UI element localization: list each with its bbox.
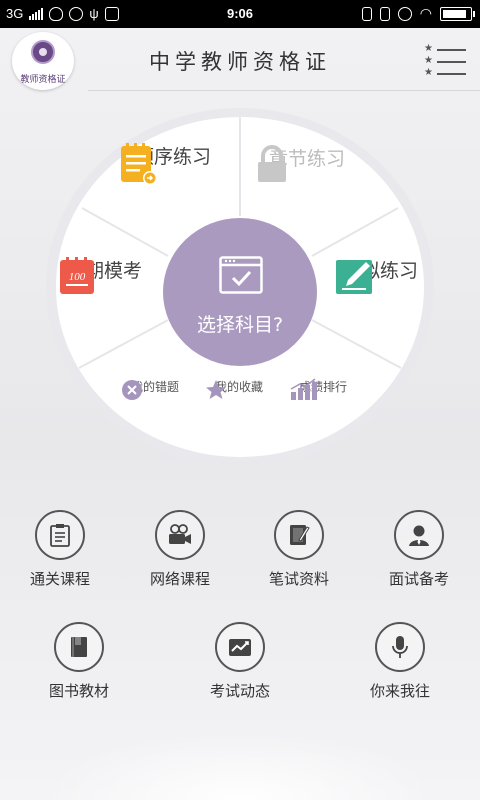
books-textbooks-button[interactable]: 图书教材 <box>34 622 124 701</box>
window-check-icon <box>219 256 263 294</box>
online-course-button[interactable]: 网络课程 <box>135 510 225 589</box>
chapter-practice-button[interactable]: 章节练习 <box>252 144 362 182</box>
grid-label: 考试动态 <box>209 682 270 700</box>
grid-label: 通关课程 <box>29 570 90 588</box>
video-camera-icon <box>169 524 191 544</box>
header-divider <box>88 90 480 91</box>
status-bar: 3G ψ 9:06 ◠ <box>0 0 480 28</box>
score-calendar-icon: 100 <box>60 257 94 294</box>
simulated-practice-button[interactable]: 模拟练习 <box>334 256 426 294</box>
star-icon <box>206 380 226 399</box>
book-icon <box>71 637 87 657</box>
person-icon <box>409 525 429 546</box>
lock-icon <box>258 145 286 182</box>
rank-chart-icon <box>290 378 317 400</box>
svg-text:100: 100 <box>69 271 86 283</box>
notebook-pen-icon <box>290 525 310 545</box>
my-favorites-button[interactable]: 我的收藏 <box>204 378 274 399</box>
center-label: 选择科目? <box>196 314 284 336</box>
score-ranking-button[interactable]: 成绩排行 <box>288 378 358 400</box>
grid-label: 网络课程 <box>149 570 210 588</box>
interaction-button[interactable]: 你来我往 <box>355 622 445 701</box>
notepad-arrow-icon <box>121 143 157 185</box>
battery-saver-icon <box>361 6 372 21</box>
pass-course-button[interactable]: 通关课程 <box>15 510 105 589</box>
edit-pencil-icon <box>336 260 372 294</box>
star-list-menu-icon[interactable]: ★ ★ ★ <box>424 42 468 78</box>
periodic-mock-exam-button[interactable]: 100 定期模考 <box>58 256 150 294</box>
grid-label: 图书教材 <box>48 682 109 700</box>
wifi-icon: ◠ <box>419 5 432 21</box>
vibrate-icon <box>379 6 390 21</box>
wrong-questions-button[interactable]: 我的错题 <box>120 378 190 400</box>
trend-chart-icon <box>229 639 251 656</box>
exam-news-button[interactable]: 考试动态 <box>195 622 285 701</box>
wrong-x-icon <box>122 380 142 400</box>
practice-wheel: 顺序练习 章节练习 100 定期模考 模拟练习 选择科目? 我的错题 我的收藏 … <box>44 106 436 468</box>
grid-label: 你来我往 <box>369 682 430 700</box>
page-title: 中学教师资格证 <box>149 50 331 74</box>
interview-prep-button[interactable]: 面试备考 <box>374 510 464 589</box>
sequential-practice-button[interactable]: 顺序练习 <box>118 142 228 185</box>
written-materials-button[interactable]: 笔试资料 <box>254 510 344 589</box>
grid-label: 面试备考 <box>388 570 449 588</box>
app-header: 教师资格证 中学教师资格证 ★ ★ ★ <box>0 28 480 92</box>
clipboard-icon <box>50 524 70 547</box>
microphone-icon <box>392 636 408 658</box>
grid-label: 笔试资料 <box>268 570 329 588</box>
background-book-image <box>40 730 440 800</box>
select-subject-button[interactable]: 选择科目? <box>163 218 317 366</box>
alarm-icon <box>397 6 412 21</box>
battery-icon <box>440 6 475 21</box>
